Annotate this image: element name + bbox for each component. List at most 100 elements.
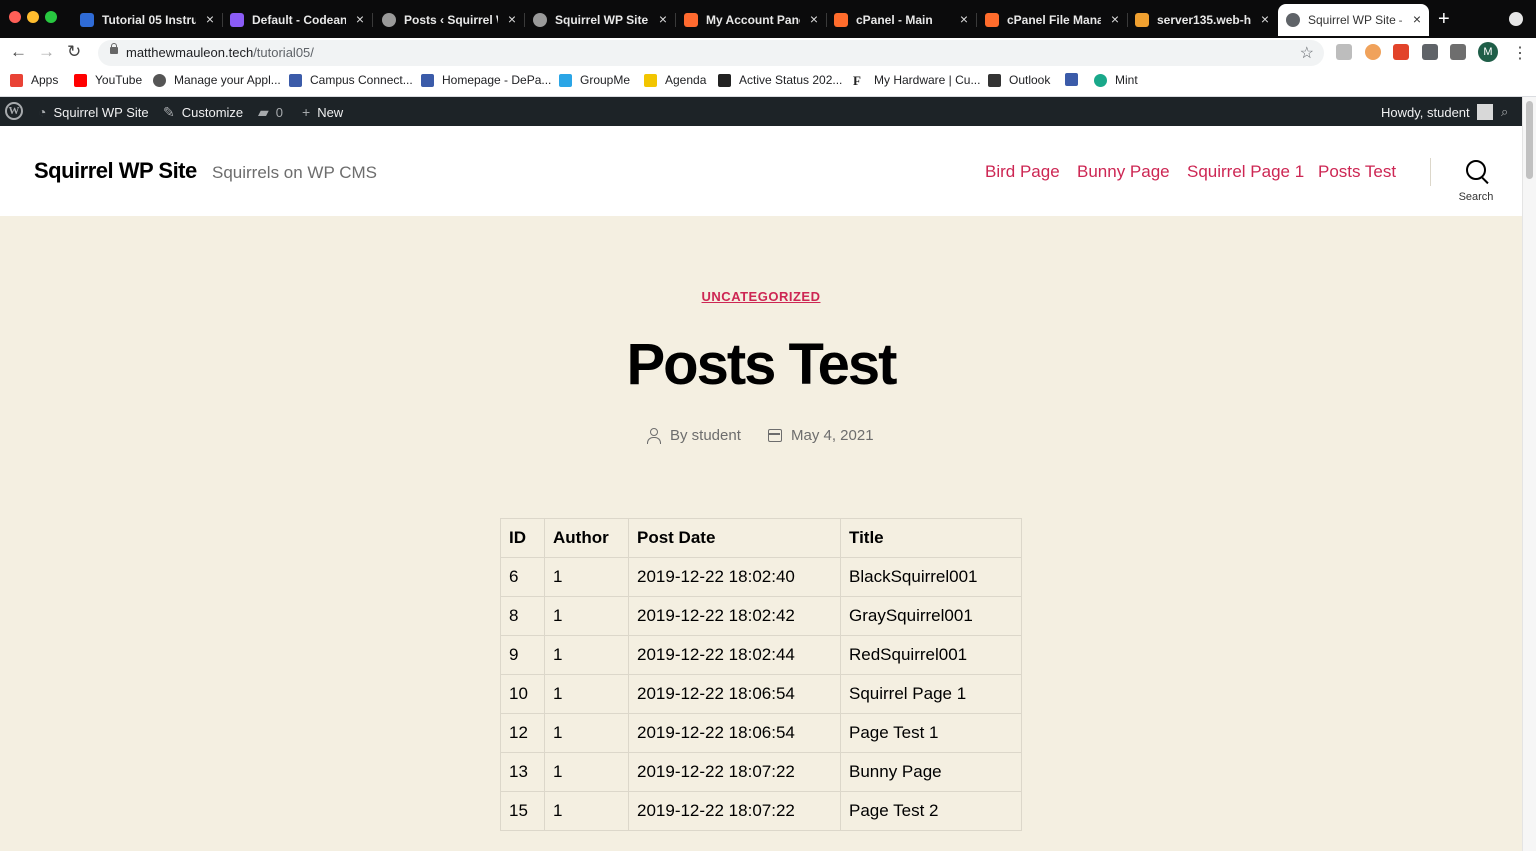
bookmark-youtube[interactable]: YouTube [74,73,142,87]
cell-id: 12 [500,713,545,753]
address-bar[interactable]: matthewmauleon.tech/tutorial05/ ☆ [98,40,1324,66]
reading-list-icon[interactable] [1450,44,1466,60]
table-row: 6 1 2019-12-22 18:02:40 BlackSquirrel001 [500,557,1022,597]
search-toggle-button[interactable]: Search [1450,160,1502,203]
puzzle-extensions-icon[interactable] [1422,44,1438,60]
new-label: New [317,104,344,120]
cell-author: 1 [544,752,629,792]
admin-new[interactable]: + New [302,104,343,120]
bookmark-label: YouTube [95,73,143,87]
bookmark-label: Active Status 202... [739,73,843,87]
page-scrollbar[interactable] [1522,97,1536,851]
site-title[interactable]: Squirrel WP Site [34,158,197,184]
bookmark-my-hardware[interactable]: F My Hardware | Cu... [853,73,980,87]
browser-tab[interactable]: Tutorial 05 Instruc × [72,6,223,34]
tab-favicon-icon [230,13,244,27]
bookmark-apps[interactable]: Apps [10,73,58,87]
menu-item-bird-page[interactable]: Bird Page [985,162,1060,182]
menu-item-bunny-page[interactable]: Bunny Page [1077,162,1170,182]
browser-tab[interactable]: My Account Panel × [676,6,827,34]
close-tab-icon[interactable]: × [960,11,968,27]
browser-tab-active[interactable]: Squirrel WP Site – × [1278,4,1429,36]
close-tab-icon[interactable]: × [356,11,364,27]
profile-avatar[interactable]: M [1478,42,1498,62]
comments-count: 0 [275,105,284,120]
url-path: /tutorial05/ [253,45,314,60]
close-tab-icon[interactable]: × [1111,11,1119,27]
cell-id: 6 [500,557,545,597]
wordpress-logo-icon[interactable]: W [5,102,23,120]
column-header: ID [500,518,545,558]
url-text[interactable]: matthewmauleon.tech/tutorial05/ [126,45,314,60]
close-tab-icon[interactable]: × [1261,11,1269,27]
column-header: Author [544,518,629,558]
bookmark-label: GroupMe [580,73,631,87]
browser-tab[interactable]: Posts ‹ Squirrel W × [374,6,525,34]
back-arrow-icon[interactable]: ← [10,42,27,62]
table-row: 9 1 2019-12-22 18:02:44 RedSquirrel001 [500,635,1022,675]
admin-comments[interactable]: ▰ 0 [258,104,283,121]
category-link[interactable]: UNCATEGORIZED [702,289,821,304]
bookmark-campus-connect[interactable]: Campus Connect... [289,73,413,87]
url-host: matthewmauleon.tech [126,45,254,60]
bookmark-active-status[interactable]: Active Status 202... [718,73,842,87]
post-author[interactable]: By student [646,427,741,444]
close-tab-icon[interactable]: × [1413,11,1421,27]
bookmark-mint[interactable]: Mint [1094,73,1138,87]
browser-tab[interactable]: server135.web-ho × [1127,6,1277,34]
table-header-row: ID Author Post Date Title [500,518,1022,558]
cell-title: Page Test 2 [840,791,1022,831]
bookmark-apple[interactable]: Manage your Appl... [153,73,281,87]
close-tab-icon[interactable]: × [810,11,818,27]
lock-icon [110,43,118,54]
extension-icon[interactable] [1393,44,1409,60]
bookmark-label: Outlook [1009,73,1051,87]
tab-favicon-icon [533,13,547,27]
browser-menu-icon[interactable]: ⋮ [1512,43,1528,63]
minimize-window-button[interactable] [27,11,39,23]
admin-search-icon[interactable]: ⌕ [1501,104,1508,120]
bookmark-depaul-homepage[interactable]: Homepage - DePa... [421,73,551,87]
browser-tab[interactable]: Squirrel WP Site – × [525,6,676,34]
bookmark-agenda[interactable]: Agenda [644,73,706,87]
menu-item-posts-test[interactable]: Posts Test [1318,162,1396,182]
browser-toolbar: ← → ↻ matthewmauleon.tech/tutorial05/ ☆ … [0,38,1536,67]
admin-site-name[interactable]: ◔ Squirrel WP Site [38,104,149,120]
header-divider [1430,158,1431,186]
admin-account[interactable]: Howdy, student [1381,104,1493,120]
bookmark-groupme[interactable]: GroupMe [559,73,630,87]
bookmark-star-icon[interactable]: ☆ [1300,43,1314,63]
bookmark-depaul[interactable] [1065,73,1086,86]
notion-icon [718,73,731,87]
new-tab-button[interactable]: + [1438,8,1450,31]
bookmark-label: My Hardware | Cu... [874,73,981,87]
f-letter-icon: F [853,73,866,87]
forward-arrow-icon[interactable]: → [38,42,55,62]
scrollbar-thumb[interactable] [1526,101,1533,179]
close-tab-icon[interactable]: × [508,11,516,27]
tab-search-icon[interactable] [1509,12,1523,26]
cell-id: 8 [500,596,545,636]
admin-customize[interactable]: ✎ Customize [163,104,243,121]
zoom-window-button[interactable] [45,11,57,23]
bookmark-outlook[interactable]: Outlook [988,73,1050,87]
cell-id: 10 [500,674,545,714]
post-title: Posts Test [626,332,897,397]
table-row: 13 1 2019-12-22 18:07:22 Bunny Page [500,752,1022,792]
browser-tab[interactable]: Default - Codeany × [222,6,373,34]
reload-icon[interactable]: ↻ [67,42,81,62]
browser-tab[interactable]: cPanel - Main × [826,6,977,34]
extension-icon[interactable] [1365,44,1381,60]
column-header: Post Date [628,518,841,558]
tab-favicon-icon [382,13,396,27]
close-tab-icon[interactable]: × [206,11,214,27]
cell-author: 1 [544,674,629,714]
post-date[interactable]: May 4, 2021 [768,427,874,444]
browser-tab[interactable]: cPanel File Manag × [977,6,1128,34]
extension-icon[interactable] [1336,44,1352,60]
close-window-button[interactable] [9,11,21,23]
browser-tab-strip: Tutorial 05 Instruc × Default - Codeany … [0,0,1536,38]
close-tab-icon[interactable]: × [659,11,667,27]
menu-item-squirrel-page-1[interactable]: Squirrel Page 1 [1187,162,1304,182]
tab-favicon-icon [684,13,698,27]
